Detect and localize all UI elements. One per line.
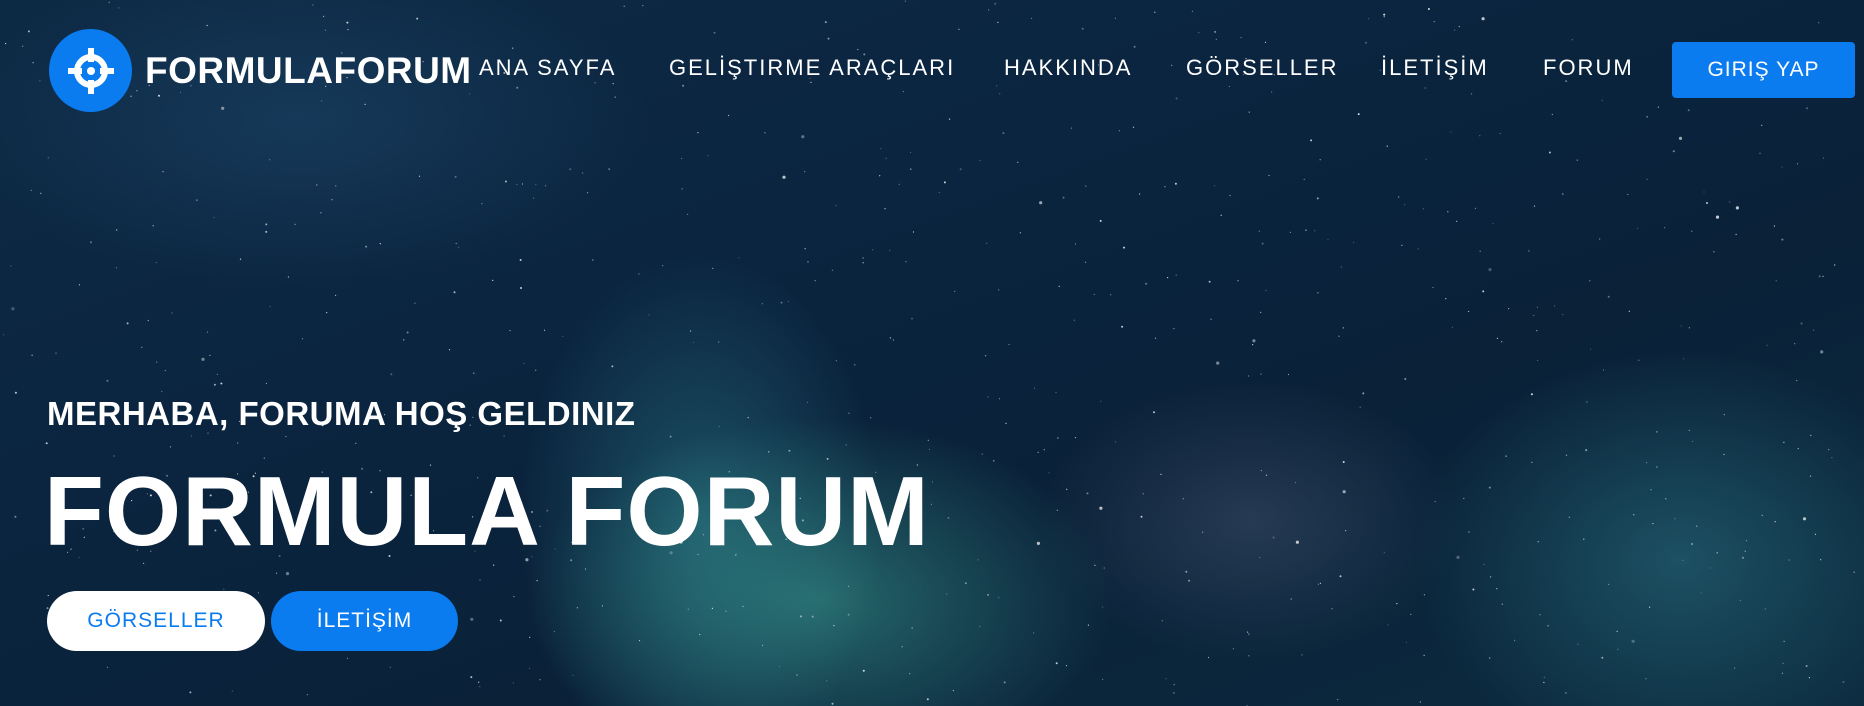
nav-link-about[interactable]: HAKKINDA — [1004, 55, 1132, 81]
nav-link-dev-tools[interactable]: GELİŞTIRME ARAÇLARI — [669, 55, 955, 81]
gallery-button[interactable]: GÖRSELLER — [47, 591, 265, 651]
contact-button[interactable]: İLETİŞİM — [271, 591, 458, 651]
hero-welcome-text: MERHABA, FORUMA HOŞ GELDINIZ — [47, 395, 636, 432]
nav-link-gallery[interactable]: GÖRSELLER — [1186, 55, 1339, 81]
hero-title: FORMULA FORUM — [44, 456, 930, 566]
login-button[interactable]: GIRIŞ YAP — [1672, 42, 1855, 98]
nav-link-forum[interactable]: FORUM — [1543, 55, 1634, 81]
top-navbar: FORMULAFORUM ANA SAYFA GELİŞTIRME ARAÇLA… — [0, 0, 1864, 140]
brand-name: FORMULAFORUM — [145, 49, 472, 91]
nav-link-home[interactable]: ANA SAYFA — [479, 55, 616, 81]
nav-link-contact[interactable]: İLETİŞİM — [1381, 55, 1489, 81]
brand-logo[interactable]: FORMULAFORUM — [49, 29, 472, 112]
crosshair-icon — [49, 29, 132, 112]
